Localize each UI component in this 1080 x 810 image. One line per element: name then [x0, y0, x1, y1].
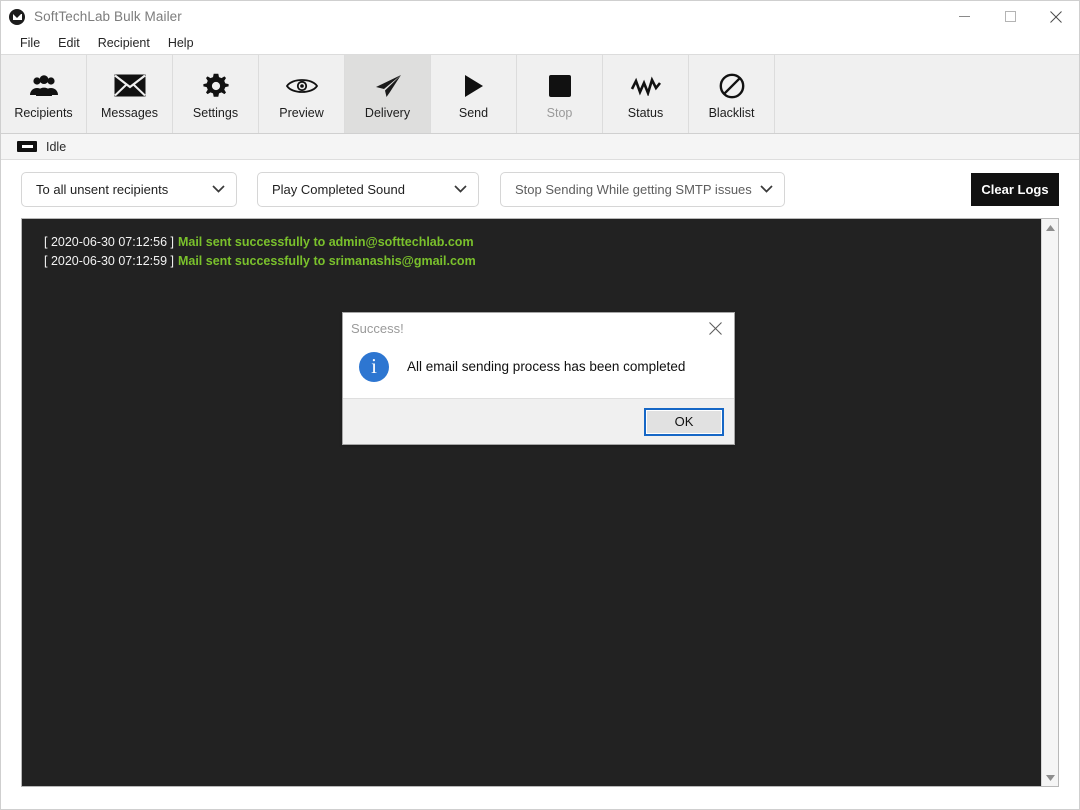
log-output[interactable]: [ 2020-06-30 07:12:56 ] Mail sent success… [22, 219, 1041, 786]
maximize-icon[interactable] [987, 1, 1033, 32]
dialog-footer: OK [343, 398, 734, 444]
chevron-down-icon [212, 185, 225, 193]
dialog-title-bar: Success! [343, 313, 734, 343]
toolbar-label-status: Status [628, 106, 663, 120]
log-timestamp: [ 2020-06-30 07:12:59 ] [44, 254, 174, 268]
toolbar-label-recipients: Recipients [14, 106, 72, 120]
delivery-controls-row: To all unsent recipients Play Completed … [1, 160, 1079, 218]
menu-item-recipient[interactable]: Recipient [89, 32, 159, 54]
stop-square-icon [549, 69, 571, 103]
scrollbar-track[interactable] [1042, 236, 1058, 769]
success-dialog: Success! i All email sending process has… [342, 312, 735, 445]
toolbar-button-delivery[interactable]: Delivery [345, 55, 431, 133]
gear-icon [203, 69, 229, 103]
dialog-body: i All email sending process has been com… [343, 343, 734, 398]
toolbar-label-delivery: Delivery [365, 106, 410, 120]
no-entry-icon [719, 69, 745, 103]
toolbar-label-preview: Preview [279, 106, 323, 120]
envelope-circle-icon [9, 9, 25, 25]
status-card-icon [17, 141, 37, 152]
log-timestamp: [ 2020-06-30 07:12:56 ] [44, 235, 174, 249]
smtp-behavior-dropdown[interactable]: Stop Sending While getting SMTP issues [500, 172, 785, 207]
toolbar-label-send: Send [459, 106, 488, 120]
toolbar-button-preview[interactable]: Preview [259, 55, 345, 133]
toolbar-label-settings: Settings [193, 106, 238, 120]
minimize-icon[interactable] [941, 1, 987, 32]
close-icon[interactable] [1033, 1, 1079, 32]
toolbar-button-blacklist[interactable]: Blacklist [689, 55, 775, 133]
log-message: Mail sent successfully to admin@softtech… [178, 235, 474, 249]
play-icon [463, 69, 485, 103]
toolbar-label-messages: Messages [101, 106, 158, 120]
status-strip-label: Idle [46, 140, 66, 154]
pulse-wave-icon [630, 69, 662, 103]
completion-sound-dropdown[interactable]: Play Completed Sound [257, 172, 479, 207]
log-message: Mail sent successfully to srimanashis@gm… [178, 254, 476, 268]
recipient-scope-dropdown[interactable]: To all unsent recipients [21, 172, 237, 207]
status-strip: Idle [1, 134, 1079, 160]
scroll-up-arrow-icon[interactable] [1042, 219, 1059, 236]
window-title: SoftTechLab Bulk Mailer [34, 9, 182, 24]
toolbar-button-messages[interactable]: Messages [87, 55, 173, 133]
log-panel: [ 2020-06-30 07:12:56 ] Mail sent success… [21, 218, 1059, 787]
toolbar-empty-space [775, 55, 1079, 133]
toolbar-button-recipients[interactable]: Recipients [1, 55, 87, 133]
eye-icon [286, 69, 318, 103]
clear-logs-button[interactable]: Clear Logs [971, 173, 1059, 206]
people-icon [29, 69, 59, 103]
application-window: SoftTechLab Bulk Mailer File Edit Recipi… [0, 0, 1080, 810]
dialog-ok-button[interactable]: OK [646, 410, 722, 434]
scroll-down-arrow-icon[interactable] [1042, 769, 1059, 786]
title-bar: SoftTechLab Bulk Mailer [1, 1, 1079, 32]
smtp-behavior-value: Stop Sending While getting SMTP issues [515, 182, 752, 197]
toolbar-button-settings[interactable]: Settings [173, 55, 259, 133]
dialog-message: All email sending process has been compl… [407, 359, 685, 374]
close-icon[interactable] [696, 313, 734, 343]
recipient-scope-value: To all unsent recipients [36, 182, 168, 197]
menu-item-file[interactable]: File [11, 32, 49, 54]
dialog-title: Success! [351, 321, 404, 336]
menu-item-edit[interactable]: Edit [49, 32, 89, 54]
chevron-down-icon [760, 185, 773, 193]
log-line: [ 2020-06-30 07:12:56 ] Mail sent success… [44, 233, 1041, 252]
log-scrollbar[interactable] [1041, 219, 1058, 786]
info-circle-icon: i [359, 352, 389, 382]
toolbar-label-stop: Stop [547, 106, 573, 120]
log-line: [ 2020-06-30 07:12:59 ] Mail sent success… [44, 252, 1041, 271]
paper-plane-icon [373, 69, 403, 103]
envelope-icon [114, 69, 146, 103]
toolbar-label-blacklist: Blacklist [709, 106, 755, 120]
window-controls [941, 1, 1079, 32]
main-toolbar: Recipients Messages Settings [1, 54, 1079, 134]
toolbar-button-stop[interactable]: Stop [517, 55, 603, 133]
completion-sound-value: Play Completed Sound [272, 182, 405, 197]
toolbar-button-status[interactable]: Status [603, 55, 689, 133]
toolbar-button-send[interactable]: Send [431, 55, 517, 133]
chevron-down-icon [454, 185, 467, 193]
menu-bar: File Edit Recipient Help [1, 32, 1079, 54]
menu-item-help[interactable]: Help [159, 32, 203, 54]
